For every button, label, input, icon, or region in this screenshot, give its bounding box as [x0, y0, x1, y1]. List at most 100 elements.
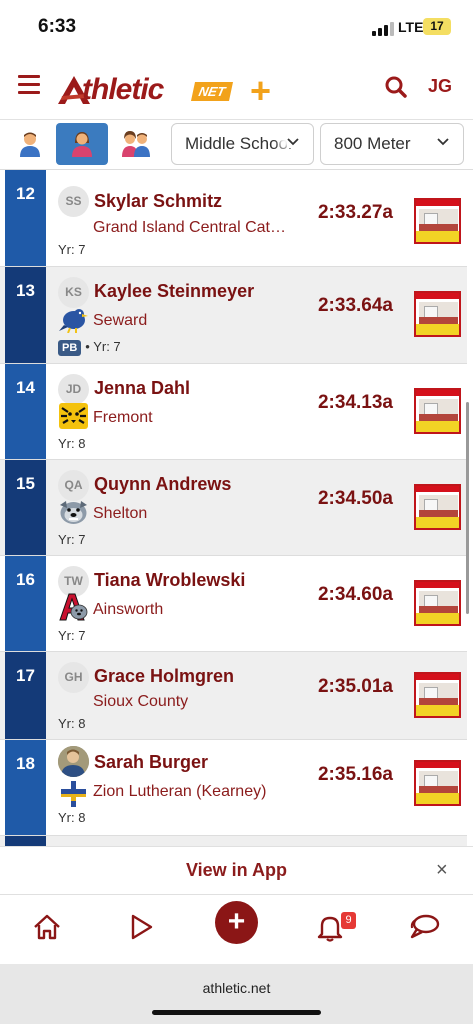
school-name[interactable]: Sioux County [93, 693, 188, 711]
division-dropdown[interactable]: Middle School [171, 123, 314, 165]
meet-photo-thumbnail[interactable] [414, 388, 461, 434]
school-name[interactable]: Shelton [93, 505, 147, 523]
result-time[interactable]: 2:34.50a [318, 488, 393, 510]
rank-number: 15 [16, 474, 35, 493]
athletic-net-logo[interactable]: thletic NET + [56, 70, 286, 111]
meet-photo-thumbnail[interactable] [414, 580, 461, 626]
meet-photo-thumbnail[interactable] [414, 198, 461, 244]
rank-number: 13 [16, 281, 35, 300]
year-label: PB • Yr: 7 [58, 339, 121, 356]
result-row-14[interactable]: 14 JD Jenna Dahl Fremont Yr: 8 2:34.13a [0, 364, 467, 460]
meet-photo-thumbnail[interactable] [414, 484, 461, 530]
view-in-app-banner[interactable]: View in App × [0, 846, 473, 894]
bluejay-logo-icon [59, 309, 88, 333]
result-time[interactable]: 2:35.16a [318, 764, 393, 786]
logo-text: thletic [82, 73, 164, 106]
user-initials-button[interactable]: JG [428, 76, 452, 97]
rank-number: 18 [16, 754, 35, 773]
athlete-photo-icon [58, 746, 89, 777]
chevron-down-icon [287, 136, 299, 148]
result-row-12[interactable]: 12 SS Skylar Schmitz Grand Island Centra… [0, 170, 467, 267]
chevron-down-icon [437, 138, 449, 146]
athlete-name[interactable]: Grace Holmgren [94, 666, 234, 687]
close-icon[interactable]: × [436, 859, 448, 882]
year-value: • Yr: 7 [85, 339, 121, 354]
notification-count-badge: 9 [341, 912, 356, 929]
result-row-16[interactable]: 16 TW Tiana Wroblewski Ainsworth Yr: 7 2… [0, 556, 467, 652]
search-icon[interactable] [384, 75, 408, 99]
browser-url-bar[interactable]: athletic.net [0, 964, 473, 1024]
result-time[interactable]: 2:34.60a [318, 584, 393, 606]
scrollbar[interactable] [466, 402, 469, 614]
athlete-name[interactable]: Jenna Dahl [94, 378, 190, 399]
boy-filter-button[interactable] [4, 123, 56, 165]
avatar: SS [58, 186, 89, 217]
year-label: Yr: 7 [58, 628, 86, 643]
school-name[interactable]: Ainsworth [93, 601, 163, 619]
table-row-partial [0, 836, 467, 846]
boy-icon [20, 132, 40, 157]
both-genders-filter-button[interactable] [110, 123, 162, 165]
battery-icon: 17 [423, 18, 451, 35]
home-icon[interactable] [31, 911, 63, 943]
home-indicator[interactable] [152, 1010, 321, 1015]
result-time[interactable]: 2:35.01a [318, 676, 393, 698]
avatar-photo [58, 746, 89, 777]
rank-number: 16 [16, 570, 35, 589]
school-name[interactable]: Grand Island Central Cat… [93, 219, 286, 237]
meet-photo-thumbnail[interactable] [414, 672, 461, 718]
bottom-nav: + 9 [0, 894, 473, 964]
athlete-name[interactable]: Skylar Schmitz [94, 191, 222, 212]
athlete-name[interactable]: Quynn Andrews [94, 474, 231, 495]
menu-icon[interactable] [18, 75, 40, 95]
network-label: LTE [398, 19, 424, 35]
a-bulldog-logo-icon [59, 593, 88, 621]
school-name[interactable]: Zion Lutheran (Kearney) [93, 783, 266, 801]
pb-badge: PB [58, 339, 82, 356]
chat-icon[interactable] [408, 911, 440, 943]
both-genders-icon [122, 131, 150, 157]
girl-filter-button[interactable] [56, 123, 108, 165]
year-label: Yr: 8 [58, 810, 86, 825]
rank-number: 12 [16, 184, 35, 203]
result-row-18[interactable]: 18 Sarah Burger Zion Lutheran (Kearney) … [0, 740, 467, 836]
play-icon[interactable] [125, 911, 157, 943]
view-in-app-link[interactable]: View in App [0, 860, 473, 881]
meet-photo-thumbnail[interactable] [414, 291, 461, 337]
rank-number: 17 [16, 666, 35, 685]
result-time[interactable]: 2:34.13a [318, 392, 393, 414]
year-label: Yr: 7 [58, 242, 86, 257]
logo-badge: NET [190, 82, 234, 101]
results-list[interactable]: 12 SS Skylar Schmitz Grand Island Centra… [0, 170, 473, 846]
tiger-logo-icon [59, 403, 88, 429]
athlete-name[interactable]: Sarah Burger [94, 752, 208, 773]
year-label: Yr: 8 [58, 716, 86, 731]
status-bar: 6:33 LTE 17 [0, 0, 473, 56]
rank-number: 14 [16, 378, 35, 397]
school-name[interactable]: Fremont [93, 409, 153, 427]
meet-photo-thumbnail[interactable] [414, 760, 461, 806]
result-row-17[interactable]: 17 GH Grace Holmgren Sioux County Yr: 8 … [0, 652, 467, 740]
girl-icon [72, 132, 92, 157]
result-row-13[interactable]: 13 KS Kaylee Steinmeyer Seward PB • Yr: 7… [0, 267, 467, 364]
athlete-name[interactable]: Kaylee Steinmeyer [94, 281, 254, 302]
status-time: 6:33 [38, 16, 77, 37]
add-icon[interactable]: + [215, 901, 258, 944]
athlete-name[interactable]: Tiana Wroblewski [94, 570, 245, 591]
signal-icon [372, 22, 394, 36]
avatar: JD [58, 374, 89, 405]
school-name[interactable]: Seward [93, 312, 147, 330]
avatar: KS [58, 277, 89, 308]
bulldog-logo-icon [60, 501, 87, 524]
avatar: GH [58, 662, 89, 693]
year-label: Yr: 7 [58, 532, 86, 547]
event-value: 800 Meter [334, 134, 411, 153]
result-row-15[interactable]: 15 QA Quynn Andrews Shelton Yr: 7 2:34.5… [0, 460, 467, 556]
result-time[interactable]: 2:33.64a [318, 295, 393, 317]
result-time[interactable]: 2:33.27a [318, 202, 393, 224]
cross-logo-icon [61, 781, 86, 807]
event-dropdown[interactable]: 800 Meter [320, 123, 464, 165]
year-label: Yr: 8 [58, 436, 86, 451]
url-text[interactable]: athletic.net [0, 980, 473, 996]
avatar: QA [58, 470, 89, 501]
